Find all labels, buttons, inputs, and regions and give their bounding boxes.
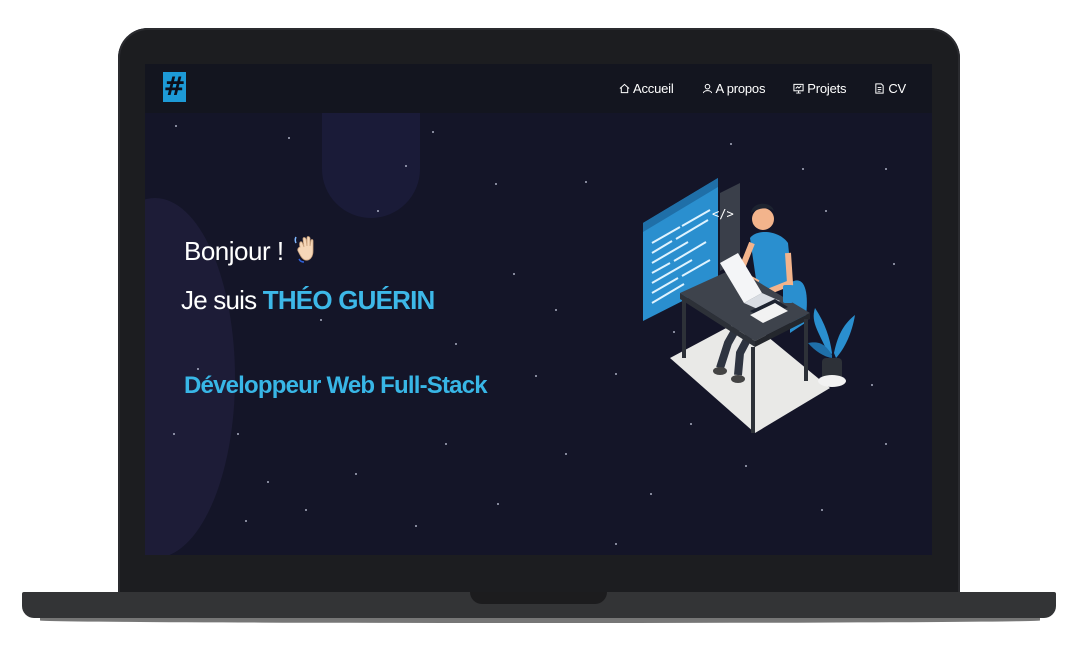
greeting: Bonjour !	[184, 233, 318, 270]
star	[885, 168, 887, 170]
developer-illustration: </>	[643, 178, 855, 433]
star	[513, 273, 515, 275]
laptop-screen: Bonjour ! Je suis THÉO GUÉRIN Développeu…	[145, 64, 932, 555]
developer-name: THÉO GUÉRIN	[262, 285, 436, 315]
star	[893, 263, 895, 265]
navbar: # Accueil A propos Projets CV	[145, 64, 932, 113]
star	[245, 520, 247, 522]
star	[650, 493, 652, 495]
star	[871, 384, 873, 386]
star	[305, 509, 307, 511]
star	[405, 165, 407, 167]
star	[535, 375, 537, 377]
star	[415, 525, 417, 527]
star	[175, 125, 177, 127]
star	[355, 473, 357, 475]
star	[288, 137, 290, 139]
star	[267, 481, 269, 483]
nav-link-label: CV	[888, 81, 906, 96]
nav-link-projets[interactable]: Projets	[793, 81, 847, 96]
star	[497, 503, 499, 505]
nav-link-label: Accueil	[633, 81, 674, 96]
nav-link-accueil[interactable]: Accueil	[619, 81, 674, 96]
job-title: Développeur Web Full-Stack	[184, 372, 488, 399]
document-icon	[875, 83, 884, 94]
star	[885, 443, 887, 445]
star	[585, 181, 587, 183]
star	[615, 373, 617, 375]
nav-link-cv[interactable]: CV	[874, 81, 906, 96]
nav-links: Accueil A propos Projets CV	[619, 64, 906, 113]
star	[455, 343, 457, 345]
site-logo[interactable]: #	[163, 72, 186, 102]
star	[173, 433, 175, 435]
star	[555, 309, 557, 311]
nav-link-label: Projets	[807, 81, 847, 96]
star	[432, 131, 434, 133]
intro-prefix: Je suis	[181, 285, 263, 315]
star	[320, 319, 322, 321]
user-icon	[702, 83, 712, 94]
star	[821, 509, 823, 511]
star	[377, 210, 379, 212]
presentation-icon	[793, 83, 804, 94]
star	[495, 183, 497, 185]
star	[565, 453, 567, 455]
star	[745, 465, 747, 467]
intro-line: Je suis THÉO GUÉRIN	[181, 285, 435, 316]
waving-hand-icon	[294, 233, 318, 270]
nav-link-label: A propos	[715, 81, 766, 96]
svg-text:</>: </>	[712, 207, 734, 221]
star	[237, 433, 239, 435]
home-icon	[619, 83, 630, 94]
greeting-text: Bonjour !	[184, 236, 284, 266]
nav-link-a-propos[interactable]: A propos	[702, 81, 766, 96]
star	[197, 368, 199, 370]
laptop-shadow	[40, 618, 1040, 623]
hero-section: Bonjour ! Je suis THÉO GUÉRIN Développeu…	[145, 113, 932, 555]
star	[615, 543, 617, 545]
star	[445, 443, 447, 445]
laptop-notch	[470, 592, 607, 604]
